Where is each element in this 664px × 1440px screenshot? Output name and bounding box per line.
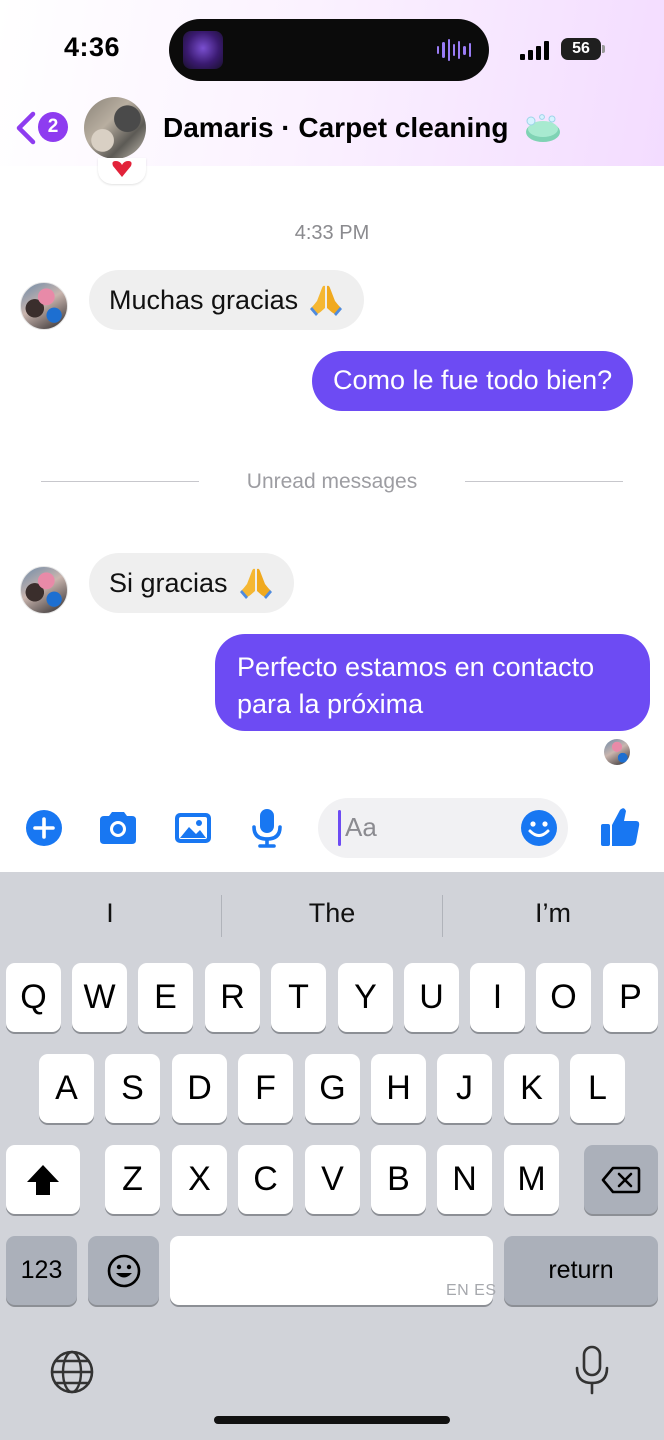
- incoming-message-bubble[interactable]: Muchas gracias: [89, 270, 365, 330]
- space-language-hint: EN ES: [446, 1282, 497, 1299]
- unread-count-badge[interactable]: 2: [38, 112, 68, 142]
- sender-avatar[interactable]: [20, 282, 68, 330]
- key-l[interactable]: L: [570, 1054, 625, 1123]
- return-key[interactable]: return: [504, 1236, 658, 1305]
- soap-emoji-icon: [526, 114, 560, 142]
- message-timestamp: 4:33 PM: [294, 222, 370, 244]
- key-a[interactable]: A: [39, 1054, 94, 1123]
- key-c[interactable]: C: [238, 1145, 293, 1214]
- message-text: Perfecto estamos en contacto para la pró…: [237, 652, 595, 719]
- key-b[interactable]: B: [371, 1145, 426, 1214]
- seen-receipt-avatar: [604, 739, 630, 765]
- key-g[interactable]: G: [305, 1054, 360, 1123]
- chevron-left-icon: [16, 111, 36, 145]
- key-j[interactable]: J: [437, 1054, 492, 1123]
- key-d[interactable]: D: [172, 1054, 227, 1123]
- cellular-signal-icon: [520, 40, 552, 60]
- folded-hands-emoji-icon: [239, 568, 272, 599]
- space-key[interactable]: [170, 1236, 493, 1305]
- conversation-title[interactable]: Damaris · Carpet cleaning: [163, 112, 508, 144]
- key-x[interactable]: X: [172, 1145, 227, 1214]
- message-text: Si gracias: [109, 567, 228, 598]
- key-s[interactable]: S: [105, 1054, 160, 1123]
- shift-arrow-icon: [27, 1164, 59, 1195]
- camera-icon[interactable]: [96, 806, 140, 850]
- folded-hands-emoji-icon: [310, 285, 343, 316]
- message-input-placeholder: Aa: [345, 812, 377, 842]
- key-w[interactable]: W: [72, 963, 127, 1032]
- key-n[interactable]: N: [437, 1145, 492, 1214]
- emoji-key[interactable]: [88, 1236, 159, 1305]
- globe-icon[interactable]: [48, 1348, 96, 1396]
- add-circle-icon[interactable]: [22, 806, 66, 850]
- key-o[interactable]: O: [536, 963, 591, 1032]
- key-p[interactable]: P: [603, 963, 658, 1032]
- heart-reaction-icon: [112, 161, 132, 177]
- key-u[interactable]: U: [404, 963, 459, 1032]
- now-playing-artwork: [183, 31, 223, 69]
- home-indicator[interactable]: [214, 1416, 450, 1424]
- key-t[interactable]: T: [271, 963, 326, 1032]
- suggestion-3[interactable]: I’m: [493, 898, 613, 929]
- microphone-icon[interactable]: [245, 806, 289, 850]
- message-text: Como le fue todo bien?: [333, 365, 613, 395]
- suggestion-separator: [221, 895, 222, 937]
- key-i[interactable]: I: [470, 963, 525, 1032]
- suggestion-1[interactable]: I: [70, 898, 150, 929]
- message-reaction[interactable]: [98, 158, 146, 184]
- dynamic-island[interactable]: [169, 19, 489, 81]
- outgoing-message-bubble[interactable]: Como le fue todo bien?: [312, 351, 634, 411]
- sender-avatar[interactable]: [20, 566, 68, 614]
- key-r[interactable]: R: [205, 963, 260, 1032]
- battery-cap: [602, 45, 605, 53]
- contact-avatar[interactable]: [84, 97, 146, 159]
- key-m[interactable]: M: [504, 1145, 559, 1214]
- numbers-key[interactable]: 123: [6, 1236, 77, 1305]
- message-text: Muchas gracias: [109, 284, 299, 315]
- battery-indicator: 56: [561, 38, 601, 60]
- key-k[interactable]: K: [504, 1054, 559, 1123]
- outgoing-message-bubble[interactable]: Perfecto estamos en contacto para la pró…: [215, 634, 650, 731]
- backspace-icon: [601, 1166, 641, 1193]
- dictation-microphone-icon[interactable]: [572, 1344, 612, 1396]
- thumbs-up-icon[interactable]: [598, 804, 642, 850]
- key-f[interactable]: F: [238, 1054, 293, 1123]
- incoming-message-bubble[interactable]: Si gracias: [89, 553, 294, 613]
- shift-key[interactable]: [6, 1145, 80, 1214]
- photo-gallery-icon[interactable]: [171, 806, 215, 850]
- key-h[interactable]: H: [371, 1054, 426, 1123]
- emoji-picker-icon[interactable]: [519, 808, 559, 848]
- suggestion-2[interactable]: The: [262, 898, 402, 929]
- key-e[interactable]: E: [138, 963, 193, 1032]
- key-q[interactable]: Q: [6, 963, 61, 1032]
- divider-line-right: [465, 481, 623, 482]
- text-cursor: [338, 810, 341, 846]
- status-time: 4:36: [64, 32, 121, 62]
- delete-key[interactable]: [584, 1145, 658, 1214]
- key-z[interactable]: Z: [105, 1145, 160, 1214]
- audio-waveform-icon: [437, 39, 471, 61]
- emoji-face-icon: [107, 1254, 140, 1287]
- unread-messages-divider: Unread messages: [246, 470, 418, 493]
- key-y[interactable]: Y: [338, 963, 393, 1032]
- key-v[interactable]: V: [305, 1145, 360, 1214]
- suggestion-separator: [442, 895, 443, 937]
